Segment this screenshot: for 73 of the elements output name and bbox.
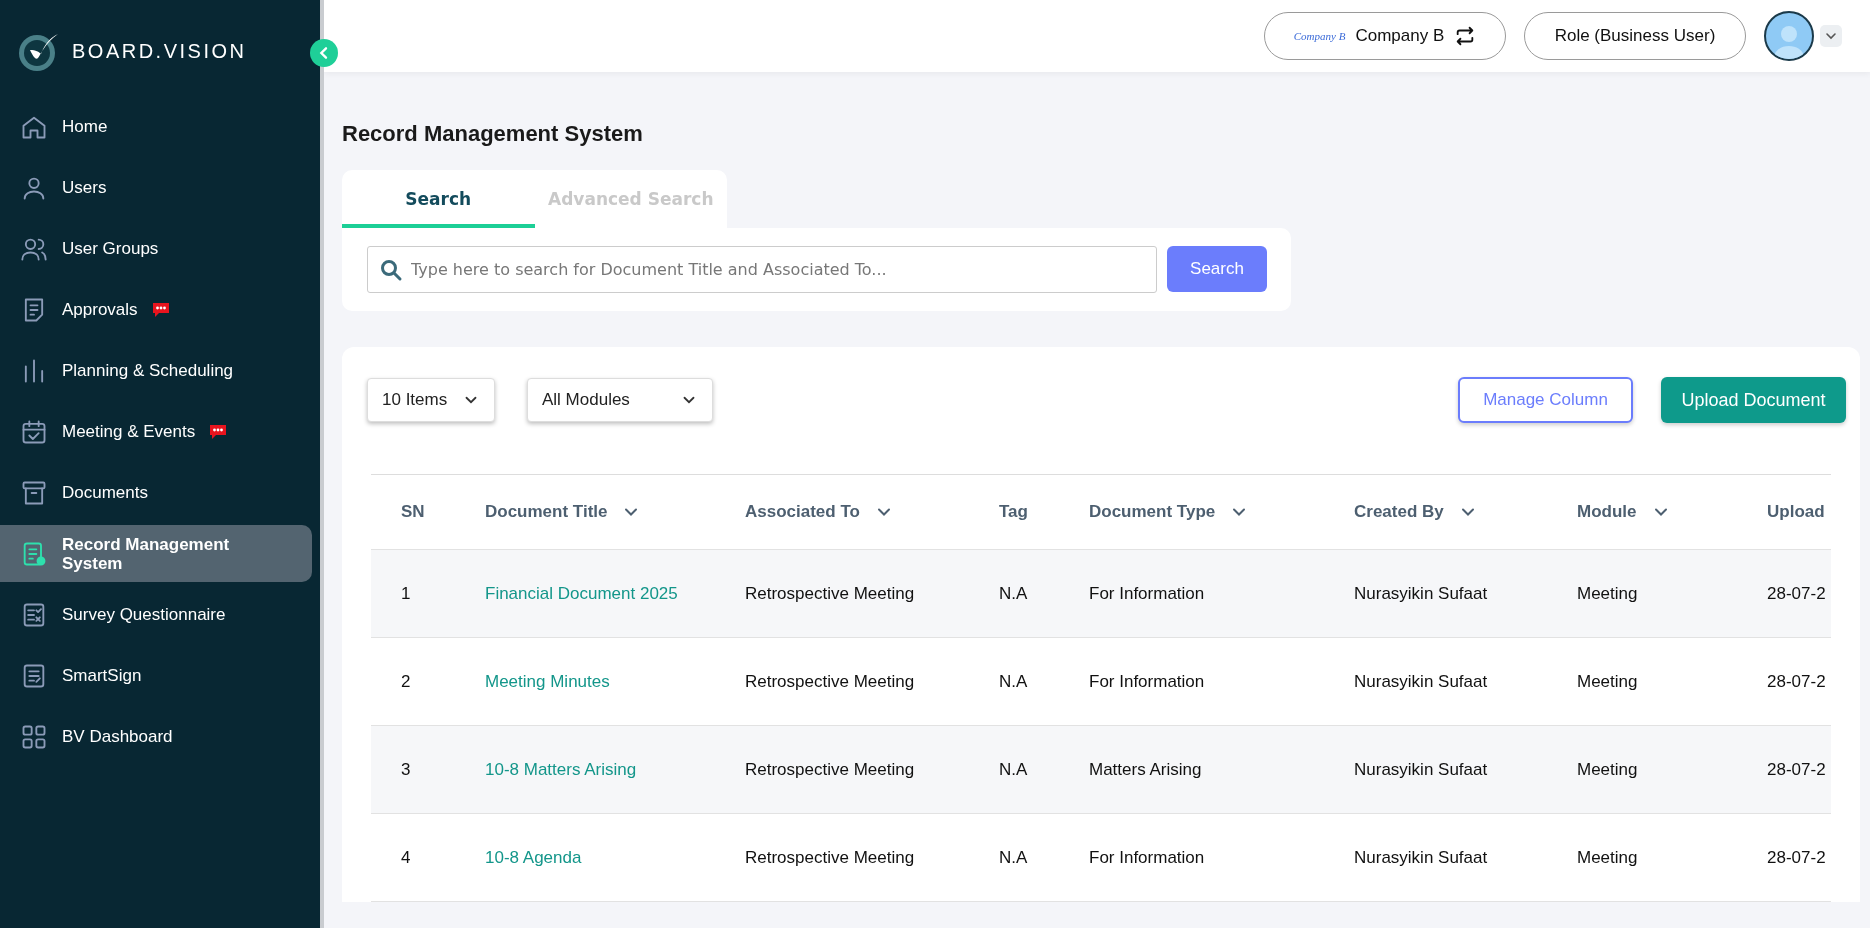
- sidebar-item[interactable]: SmartSign: [0, 647, 312, 704]
- table-cell: For Information: [1089, 583, 1205, 604]
- role-button[interactable]: Role (Business User): [1524, 12, 1746, 60]
- brand-name: BOARD.VISION: [72, 39, 247, 63]
- table-cell: Nurasyikin Sufaat: [1354, 583, 1488, 604]
- table-cell: Matters Arising: [1089, 759, 1202, 780]
- column-header: Tag: [999, 502, 1028, 522]
- sidebar-item[interactable]: Home: [0, 98, 312, 155]
- company-switch-button[interactable]: Company B Company B: [1264, 12, 1506, 60]
- document-title-link[interactable]: 10-8 Agenda: [485, 847, 582, 867]
- column-header: Upload: [1767, 502, 1825, 522]
- sidebar-item-label: Documents: [62, 482, 148, 503]
- table-cell: Retrospective Meeting: [745, 583, 915, 604]
- document-title-link[interactable]: Meeting Minutes: [485, 671, 610, 691]
- search-button[interactable]: Search: [1167, 246, 1267, 292]
- table-cell: Meeting: [1577, 759, 1638, 780]
- table-cell: 28-07-2: [1767, 759, 1826, 780]
- table-cell: Meeting: [1577, 671, 1638, 692]
- sidebar-item-label: Users: [62, 177, 107, 198]
- sidebar-item-label: Meeting & Events: [62, 421, 196, 442]
- table-cell: 4: [401, 847, 411, 868]
- sidebar-item-label: Record Management System: [62, 534, 231, 573]
- sidebar-item-label: SmartSign: [62, 665, 142, 686]
- table-cell: Nurasyikin Sufaat: [1354, 759, 1488, 780]
- sidebar-item[interactable]: Meeting & Events: [0, 403, 312, 460]
- search-field[interactable]: Type here to search for Document Title and Associated To...: [367, 246, 1157, 293]
- sidebar-item-label: User Groups: [62, 238, 159, 259]
- sidebar-item[interactable]: Survey Questionnaire: [0, 586, 312, 643]
- table-cell: For Information: [1089, 847, 1205, 868]
- page-title: Record Management System: [342, 121, 644, 147]
- column-header[interactable]: Document Title: [485, 502, 608, 522]
- table-cell: 1: [401, 583, 411, 604]
- column-header[interactable]: Associated To: [745, 502, 860, 522]
- table-cell: For Information: [1089, 671, 1205, 692]
- search-icon: [379, 258, 403, 282]
- sidebar-item-label: BV Dashboard: [62, 726, 173, 747]
- sidebar-item[interactable]: Record Management System: [0, 525, 312, 582]
- table-cell: Meeting: [1577, 583, 1638, 604]
- table-cell: 28-07-2: [1767, 847, 1826, 868]
- column-header: SN: [401, 502, 425, 522]
- manage-column-button[interactable]: Manage Column: [1458, 377, 1633, 423]
- column-header[interactable]: Created By: [1354, 502, 1444, 522]
- table-cell: N.A: [999, 847, 1028, 868]
- sidebar-item[interactable]: Users: [0, 159, 312, 216]
- column-header[interactable]: Document Type: [1089, 502, 1216, 522]
- collapse-sidebar-button[interactable]: [310, 39, 338, 67]
- sidebar-item[interactable]: Documents: [0, 464, 312, 521]
- sidebar-item-label: Survey Questionnaire: [62, 604, 226, 625]
- table-cell: 28-07-2: [1767, 671, 1826, 692]
- avatar-icon[interactable]: [1764, 11, 1814, 61]
- table-cell: Meeting: [1577, 847, 1638, 868]
- sidebar-item[interactable]: BV Dashboard: [0, 708, 312, 765]
- sidebar-item[interactable]: Approvals: [0, 281, 312, 338]
- table-cell: 2: [401, 671, 411, 692]
- sidebar-item-label: Planning & Scheduling: [62, 360, 234, 381]
- sidebar-item-label: Home: [62, 116, 108, 137]
- table-cell: Retrospective Meeting: [745, 759, 915, 780]
- table-cell: Nurasyikin Sufaat: [1354, 847, 1488, 868]
- filter-dropdown[interactable]: All Modules: [527, 378, 713, 422]
- sidebar-item-label: Approvals: [62, 299, 138, 320]
- account-menu-button[interactable]: [1820, 25, 1842, 47]
- table-cell: N.A: [999, 759, 1028, 780]
- table-cell: Retrospective Meeting: [745, 847, 915, 868]
- table-cell: Nurasyikin Sufaat: [1354, 671, 1488, 692]
- table-cell: 3: [401, 759, 411, 780]
- sidebar-item[interactable]: Planning & Scheduling: [0, 342, 312, 399]
- filter-dropdown[interactable]: 10 Items: [367, 378, 495, 422]
- table-cell: N.A: [999, 671, 1028, 692]
- table-cell: Retrospective Meeting: [745, 671, 915, 692]
- sidebar-item[interactable]: User Groups: [0, 220, 312, 277]
- table-cell: N.A: [999, 583, 1028, 604]
- table-cell: 28-07-2: [1767, 583, 1826, 604]
- column-header[interactable]: Module: [1577, 502, 1637, 522]
